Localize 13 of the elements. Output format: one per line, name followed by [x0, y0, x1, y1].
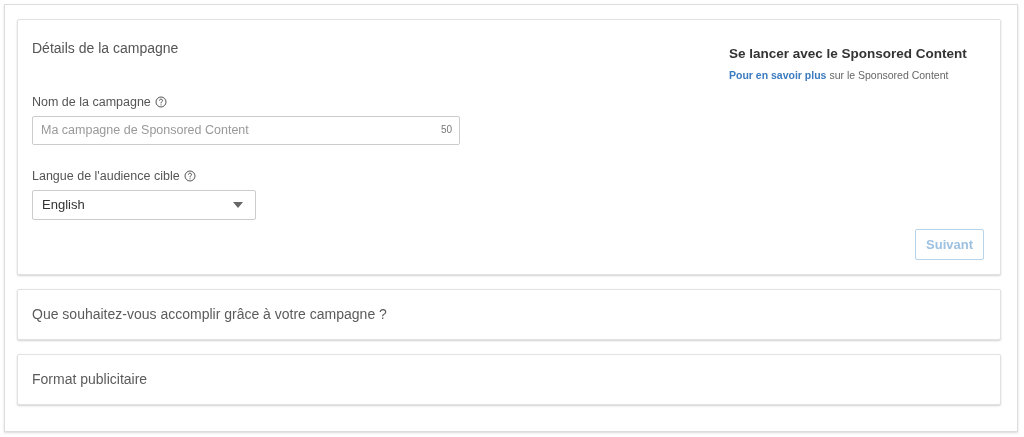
learn-more-text: sur le Sponsored Content [829, 69, 949, 82]
help-icon[interactable] [154, 96, 167, 109]
language-dropdown[interactable]: English [32, 189, 256, 220]
learn-more-link[interactable]: Pour en savoir plus [729, 69, 827, 82]
help-icon[interactable] [183, 170, 196, 183]
field-label: Langue de l'audience cible [32, 167, 180, 185]
field-label: Nom de la campagne [32, 94, 151, 111]
section-title: Détails de la campagne [32, 39, 180, 58]
section-card[interactable]: Format publicitaire [17, 354, 1001, 405]
character-counter: 50 [440, 123, 452, 136]
caret-icon [233, 201, 243, 208]
section-card[interactable]: Que souhaitez-vous accomplir grâce à votre campagne ? [17, 289, 1001, 340]
sidebar-title: Se lancer avec le Sponsored Content [729, 45, 968, 63]
